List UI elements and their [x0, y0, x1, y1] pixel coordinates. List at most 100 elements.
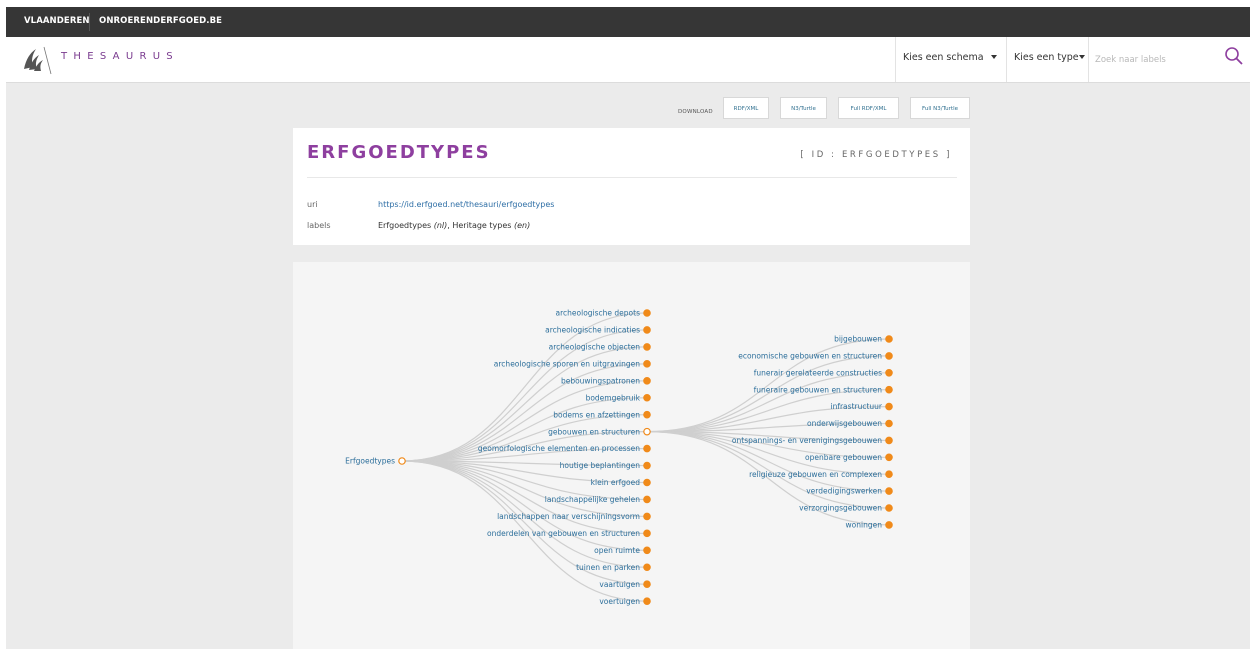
tree-node-archeologische-indicaties-node[interactable]: [643, 326, 651, 334]
type-dropdown[interactable]: Kies een type: [1014, 52, 1079, 63]
schema-dropdown[interactable]: Kies een schema: [903, 52, 984, 63]
tree-node-vaartuigen-label[interactable]: vaartuigen: [599, 580, 640, 589]
tree-node-archeologische-indicaties-label[interactable]: archeologische indicaties: [545, 326, 640, 335]
app-frame: VLAANDEREN ONROERENDERFGOED.BE THESAURUS…: [6, 7, 1250, 649]
tree-node-verdedigingswerken-node[interactable]: [885, 487, 893, 495]
type-caret-icon[interactable]: [1079, 55, 1085, 59]
tree-node-landschappelijke-gehelen-node[interactable]: [643, 495, 651, 504]
tree-link: [401, 312, 648, 462]
tree-node-openbare-gebouwen-node[interactable]: [885, 453, 893, 462]
tree-node-bodems-en-afzettingen-node[interactable]: [643, 410, 651, 419]
tree-node-landschappelijke-gehelen-label[interactable]: landschappelijke gehelen: [545, 495, 640, 504]
vlaanderen-link[interactable]: VLAANDEREN: [24, 16, 90, 26]
tree-node-archeologische-objecten-node[interactable]: [643, 343, 651, 351]
tree-node-economische-gebouwen-en-structuren-node[interactable]: [885, 352, 893, 360]
tree-node-funerair-gerelateerde-constructies-node[interactable]: [885, 369, 893, 377]
tree-node-woningen-label[interactable]: woningen: [846, 521, 883, 530]
download-full-n3-turtle-button[interactable]: Full N3/Turtle: [910, 97, 970, 119]
onroerend-erfgoed-link[interactable]: ONROERENDERFGOED.BE: [99, 16, 222, 26]
label-nl-lang: (nl): [433, 221, 448, 230]
tree-node-funeraire-gebouwen-en-structuren-node[interactable]: [885, 385, 893, 394]
tree-node-onderdelen-van-gebouwen-en-structuren-label[interactable]: onderdelen van gebouwen en structuren: [487, 529, 640, 538]
label-en-lang: (en): [513, 221, 531, 230]
uri-key: uri: [307, 200, 318, 209]
tree-node-ontspannings-en-verenigingsgebouwen-node[interactable]: [885, 436, 893, 445]
tree-node-archeologische-depots-label[interactable]: archeologische depots: [556, 309, 641, 318]
concept-title: ERFGOEDTYPES: [307, 142, 491, 163]
tree-node-openbare-gebouwen-label[interactable]: openbare gebouwen: [805, 453, 882, 462]
tree-node-tuinen-en-parken-node[interactable]: [643, 563, 651, 572]
tree-node-religieuze-gebouwen-en-complexen-label[interactable]: religieuze gebouwen en complexen: [749, 470, 882, 479]
search-icon[interactable]: [1224, 46, 1244, 66]
tree-node-ontspannings-en-verenigingsgebouwen-label[interactable]: ontspannings- en verenigingsgebouwen: [732, 436, 882, 445]
concept-card: ERFGOEDTYPES [ ID : ERFGOEDTYPES ] uri h…: [293, 128, 970, 245]
tree-node-verzorgingsgebouwen-label[interactable]: verzorgingsgebouwen: [799, 504, 882, 513]
tree-node-houtige-beplantingen-label[interactable]: houtige beplantingen: [560, 461, 641, 470]
labels-value: Erfgoedtypes (nl), Heritage types (en): [378, 221, 531, 230]
tree-node-onderwijsgebouwen-label[interactable]: onderwijsgebouwen: [807, 419, 882, 428]
tree-node-bodemgebruik-label[interactable]: bodemgebruik: [586, 393, 641, 402]
header-divider: [1088, 37, 1089, 82]
tree-node-open-ruimte-label[interactable]: open ruimte: [594, 546, 640, 555]
uri-link[interactable]: https://id.erfgoed.net/thesauri/erfgoedt…: [378, 200, 554, 209]
tree-node-archeologische-objecten-label[interactable]: archeologische objecten: [549, 343, 641, 352]
tree-node-woningen-node[interactable]: [885, 521, 893, 529]
tree-node-infrastructuur-label[interactable]: infrastructuur: [831, 402, 883, 411]
tree-node-bijgebouwen-node[interactable]: [885, 335, 893, 343]
tree-node-onderwijsgebouwen-node[interactable]: [885, 419, 893, 428]
tree-node-onderdelen-van-gebouwen-en-structuren-node[interactable]: [643, 529, 651, 538]
tree-node-religieuze-gebouwen-en-complexen-node[interactable]: [885, 470, 893, 479]
top-bar-divider: [89, 13, 90, 31]
tree-node-geomorfologische-elementen-en-processen-label[interactable]: geomorfologische elementen en processen: [478, 444, 640, 453]
download-label: DOWNLOAD: [678, 109, 713, 115]
concept-tree-panel: Erfgoedtypes archeologische depots archeol…: [293, 262, 970, 649]
tree-node-economische-gebouwen-en-structuren-label[interactable]: economische gebouwen en structuren: [738, 352, 882, 361]
download-full-rdf-xml-button[interactable]: Full RDF/XML: [838, 97, 899, 119]
header-divider: [895, 37, 896, 82]
label-nl: Erfgoedtypes: [378, 221, 432, 230]
brand-title[interactable]: THESAURUS: [61, 51, 179, 62]
schema-caret-icon[interactable]: [991, 55, 997, 59]
labels-key: labels: [307, 221, 331, 230]
tree-node-voertuigen-node[interactable]: [643, 597, 651, 605]
tree-link: [401, 414, 648, 462]
tree-node-houtige-beplantingen-node[interactable]: [643, 461, 651, 470]
concept-tree: Erfgoedtypes archeologische depots archeol…: [345, 309, 893, 606]
tree-node-geomorfologische-elementen-en-processen-node[interactable]: [643, 444, 651, 453]
tree-node-klein-erfgoed-node[interactable]: [643, 478, 651, 487]
site-header: THESAURUS Kies een schema Kies een type: [6, 37, 1250, 83]
tree-root-erfgoedtypes-node[interactable]: [398, 457, 406, 465]
tree-node-vaartuigen-node[interactable]: [643, 580, 651, 589]
tree-node-funeraire-gebouwen-en-structuren-label[interactable]: funeraire gebouwen en structuren: [754, 385, 883, 394]
tree-node-infrastructuur-node[interactable]: [885, 402, 893, 411]
tree-node-tuinen-en-parken-label[interactable]: tuinen en parken: [576, 563, 640, 572]
header-divider: [1006, 37, 1007, 82]
search-input[interactable]: [1093, 48, 1197, 72]
tree-node-bodems-en-afzettingen-label[interactable]: bodems en afzettingen: [553, 410, 640, 419]
download-rdf-xml-button[interactable]: RDF/XML: [723, 97, 769, 119]
tree-node-verdedigingswerken-label[interactable]: verdedigingswerken: [806, 487, 882, 496]
card-divider: [307, 177, 957, 178]
tree-node-bodemgebruik-node[interactable]: [643, 393, 651, 402]
tree-node-voertuigen-label[interactable]: voertuigen: [599, 597, 640, 606]
tree-node-bebouwingspatronen-node[interactable]: [643, 377, 651, 385]
tree-node-funerair-gerelateerde-constructies-label[interactable]: funerair gerelateerde constructies: [754, 368, 882, 377]
tree-node-archeologische-sporen-en-uitgravingen-node[interactable]: [643, 360, 651, 368]
vlaanderen-lion-logo[interactable]: [20, 45, 52, 75]
tree-node-landschappen-naar-verschijningsvorm-label[interactable]: landschappen naar verschijningsvorm: [497, 512, 640, 521]
tree-node-open-ruimte-node[interactable]: [643, 546, 651, 555]
top-bar: VLAANDEREN ONROERENDERFGOED.BE: [6, 7, 1250, 37]
concept-id: [ ID : ERFGOEDTYPES ]: [800, 150, 952, 160]
label-en: Heritage types: [452, 221, 512, 230]
tree-node-gebouwen-en-structuren-node[interactable]: [643, 427, 651, 436]
download-n3-turtle-button[interactable]: N3/Turtle: [780, 97, 827, 119]
tree-node-bebouwingspatronen-label[interactable]: bebouwingspatronen: [561, 376, 640, 385]
tree-node-klein-erfgoed-label[interactable]: klein erfgoed: [591, 478, 641, 487]
tree-node-landschappen-naar-verschijningsvorm-node[interactable]: [643, 512, 651, 521]
tree-node-bijgebouwen-label[interactable]: bijgebouwen: [834, 335, 882, 344]
tree-node-archeologische-depots-node[interactable]: [643, 309, 651, 317]
tree-node-archeologische-sporen-en-uitgravingen-label[interactable]: archeologische sporen en uitgravingen: [494, 359, 640, 368]
tree-root-erfgoedtypes-label[interactable]: Erfgoedtypes: [345, 457, 395, 466]
tree-node-verzorgingsgebouwen-node[interactable]: [885, 504, 893, 512]
tree-node-gebouwen-en-structuren-label[interactable]: gebouwen en structuren: [548, 427, 640, 436]
